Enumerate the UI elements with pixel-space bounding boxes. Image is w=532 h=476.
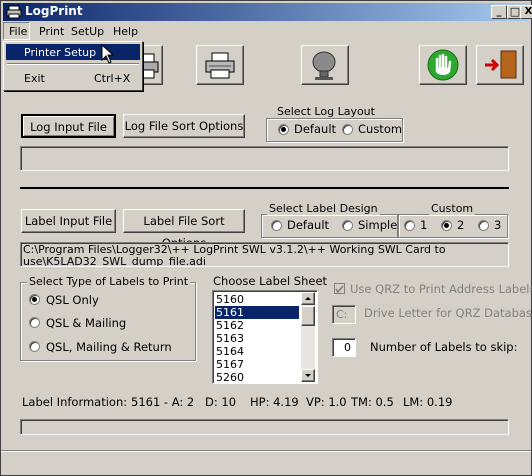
label-info-vp: VP: 1.0 [306, 395, 347, 409]
printer-icon [205, 52, 235, 79]
exit-door-icon [485, 50, 517, 79]
qsl-mailing-return-radio[interactable] [29, 341, 40, 352]
qsl-only-label[interactable]: QSL Only [46, 293, 99, 307]
qsl-mailing-return-label[interactable]: QSL, Mailing & Return [46, 340, 172, 354]
label-file-path-display: C:\Program Files\Logger32\++ LogPrint SW… [20, 242, 509, 267]
mouse-cursor-icon [101, 44, 115, 64]
log-layout-group-label: Select Log Layout [275, 105, 377, 118]
label-file-sort-options-button[interactable]: Label File Sort Options [123, 209, 245, 250]
label-info-tm: TM: 0.5 [351, 395, 394, 409]
label-file-path-line2: use\K5LAD32_SWL_dump_file.adi [23, 255, 206, 267]
label-info-prefix: Label Information: [22, 395, 128, 409]
section-divider [20, 187, 509, 189]
label-design-default-label[interactable]: Default [287, 218, 329, 232]
use-qrz-checkbox[interactable] [334, 283, 345, 294]
close-button[interactable]: X [520, 5, 532, 19]
list-item[interactable]: 5163 [215, 332, 299, 345]
label-info-lm: LM: 0.19 [403, 395, 453, 409]
computer-icon [312, 51, 336, 80]
label-custom-group-label: Custom [429, 202, 476, 215]
label-info-sheet: 5161 - A: 2 [131, 395, 195, 409]
label-type-group-label: Select Type of Labels to Print [27, 275, 191, 288]
toolbar-stop-button[interactable] [419, 45, 467, 85]
list-item[interactable]: 5160 [215, 293, 299, 306]
file-menu-dropdown: Printer Setup Exit Ctrl+X [3, 41, 143, 91]
label-custom-3-label[interactable]: 3 [494, 218, 501, 232]
arrow-up-icon [305, 297, 311, 300]
label-input-file-button[interactable]: Label Input File [21, 209, 116, 233]
log-layout-custom-label[interactable]: Custom [358, 122, 402, 136]
labels-to-skip-value: 0 [344, 341, 351, 354]
list-item[interactable]: 5167 [215, 358, 299, 371]
printer-setup-label: Printer Setup [24, 46, 97, 59]
label-custom-2-radio[interactable] [441, 220, 452, 231]
log-file-sort-options-button[interactable]: Log File Sort Options [123, 114, 245, 138]
scroll-up-button[interactable] [301, 292, 315, 305]
log-layout-custom-radio[interactable] [342, 124, 353, 135]
scroll-thumb[interactable] [301, 306, 315, 326]
logprint-window: LogPrint _ □ X File Print SetUp Help Pri… [0, 0, 532, 476]
arrow-down-icon [305, 374, 311, 377]
label-design-default-radio[interactable] [271, 220, 282, 231]
menu-file[interactable]: File [3, 22, 30, 40]
exit-shortcut: Ctrl+X [94, 72, 131, 85]
qrz-drive-value: C: [336, 308, 348, 321]
log-layout-default-radio[interactable] [278, 124, 289, 135]
label-design-simple-label[interactable]: Simple [358, 218, 397, 232]
log-input-file-button[interactable]: Log Input File [21, 114, 116, 138]
label-custom-3-radio[interactable] [478, 220, 489, 231]
menu-bar: File Print SetUp Help [3, 22, 529, 41]
log-file-path-display [20, 146, 509, 171]
exit-label: Exit [24, 72, 45, 85]
label-sheet-title: Choose Label Sheet [213, 274, 328, 288]
label-custom-1-label[interactable]: 1 [420, 218, 427, 232]
title-bar[interactable]: LogPrint _ □ X [3, 3, 532, 21]
label-design-simple-radio[interactable] [342, 220, 353, 231]
log-layout-default-label[interactable]: Default [294, 122, 336, 136]
list-item[interactable]: 5162 [215, 319, 299, 332]
menu-separator [7, 63, 139, 65]
scroll-down-button[interactable] [301, 369, 315, 382]
list-item[interactable]: 5164 [215, 345, 299, 358]
list-item[interactable]: 5260 [215, 371, 299, 384]
label-info-d: D: 10 [205, 395, 237, 409]
menu-setup[interactable]: SetUp [71, 25, 104, 38]
qsl-mailing-radio[interactable] [29, 317, 40, 328]
status-divider [1, 450, 531, 452]
menu-print[interactable]: Print [39, 25, 64, 38]
label-custom-2-label[interactable]: 2 [457, 218, 464, 232]
app-printer-icon [6, 5, 22, 19]
progress-bar [20, 419, 509, 435]
qsl-only-radio[interactable] [29, 294, 40, 305]
label-info-hp: HP: 4.19 [250, 395, 299, 409]
listbox-scrollbar[interactable] [301, 292, 315, 382]
printer-setup-menu-item[interactable]: Printer Setup [6, 44, 140, 60]
list-item-selected[interactable]: 5161 [215, 306, 299, 319]
toolbar-computer-button[interactable] [301, 45, 349, 85]
window-title: LogPrint [25, 4, 83, 18]
labels-to-skip-label: Number of Labels to skip: [370, 340, 518, 354]
use-qrz-label[interactable]: Use QRZ to Print Address Labels? [350, 282, 532, 296]
toolbar-print-labels-button[interactable] [196, 45, 244, 85]
label-design-group-label: Select Label Design [267, 202, 380, 215]
labels-to-skip-input[interactable]: 0 [332, 338, 356, 357]
hand-stop-icon [427, 49, 459, 81]
qrz-drive-label: Drive Letter for QRZ Database [364, 306, 532, 320]
exit-menu-item[interactable]: Exit Ctrl+X [6, 70, 140, 86]
toolbar-exit-button[interactable] [476, 45, 524, 85]
minimize-button[interactable]: _ [491, 5, 507, 19]
qrz-drive-input[interactable]: C: [332, 305, 356, 324]
checkmark-icon [335, 285, 344, 294]
label-custom-1-radio[interactable] [404, 220, 415, 231]
menu-help[interactable]: Help [113, 25, 138, 38]
qsl-mailing-label[interactable]: QSL & Mailing [46, 316, 126, 330]
label-sheet-listbox[interactable]: 5160 5161 5162 5163 5164 5167 5260 [212, 290, 318, 384]
